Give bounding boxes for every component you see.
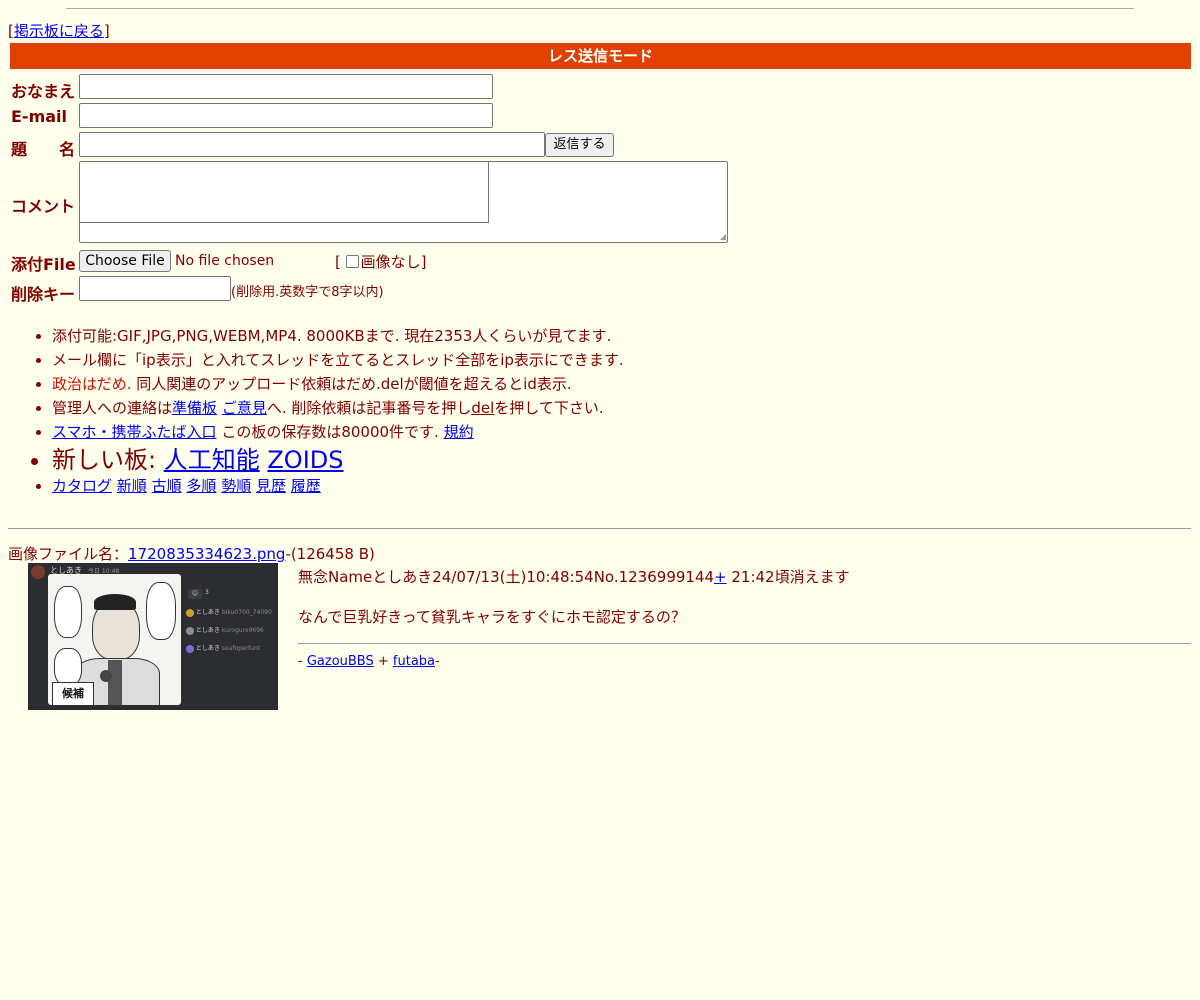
hair-shape bbox=[94, 594, 136, 610]
post-body: なんで巨乳好きって貧乳キャラをすぐにホモ認定するの？ bbox=[298, 608, 686, 626]
resize-handle-icon[interactable]: ◢ bbox=[720, 232, 726, 241]
sign-caption: 候補 bbox=[52, 682, 94, 705]
author-avatar bbox=[31, 565, 45, 579]
rule-contact: 管理人への連絡は準備板 ご意見へ. 削除依頼は記事番号を押しdelを押して下さい… bbox=[52, 397, 624, 421]
image-file-info: 画像ファイル名：1720835334623.png-(126458 B) bbox=[8, 545, 375, 563]
top-divider bbox=[66, 8, 1134, 9]
viewed-history-link[interactable]: 見歴 bbox=[256, 477, 286, 495]
rule-politics: 政治はだめ. 同人関連のアップロード依頼はだめ.delが閾値を超えるとid表示. bbox=[52, 373, 624, 397]
no-image-option: [ 画像なし] bbox=[335, 253, 427, 271]
manga-panel: 候補 bbox=[48, 574, 181, 705]
sort-links: カタログ 新順 古順 多順 勢順 見歴 履歴 bbox=[52, 475, 624, 499]
thumb-entry: としあき seafoperfunt bbox=[186, 643, 278, 653]
name-label: おなまえ bbox=[11, 82, 76, 101]
board-rules: 添付可能:GIF,JPG,PNG,WEBM,MP4. 8000KBまで. 現在2… bbox=[32, 325, 624, 499]
image-file-link[interactable]: 1720835334623.png bbox=[128, 545, 285, 563]
thumb-entry: としあき kurogure9696 bbox=[186, 625, 278, 635]
name-input[interactable] bbox=[79, 74, 493, 99]
tie-shape bbox=[108, 660, 122, 705]
reply-submit-button[interactable]: 返信する bbox=[545, 133, 614, 157]
delkey-label: 削除キー bbox=[11, 285, 76, 304]
thumb-entry: としあき biku0700_74090 bbox=[186, 607, 278, 617]
sort-old-link[interactable]: 古順 bbox=[152, 477, 182, 495]
email-label: E-mail bbox=[11, 107, 68, 126]
subject-input[interactable] bbox=[79, 132, 545, 157]
speech-bubble-1 bbox=[146, 582, 176, 640]
entry-avatar-icon bbox=[186, 626, 194, 635]
back-nav: [掲示板に戻る] bbox=[8, 22, 110, 40]
mobile-entrance-link[interactable]: スマホ・携帯ふたば入口 bbox=[52, 423, 217, 441]
zoids-board-link[interactable]: ZOIDS bbox=[267, 446, 343, 474]
no-file-text: No file chosen bbox=[175, 253, 275, 269]
new-boards: 新しい板: 人工知能 ZOIDS bbox=[52, 445, 624, 475]
ai-board-link[interactable]: 人工知能 bbox=[164, 446, 260, 474]
post-history-link[interactable]: 履歴 bbox=[291, 477, 321, 495]
soudane-plus-link[interactable]: + bbox=[714, 568, 727, 586]
speech-bubble-2 bbox=[54, 586, 82, 638]
no-image-checkbox[interactable] bbox=[345, 255, 359, 268]
entry-avatar-icon bbox=[186, 608, 194, 617]
file-label: 添付File bbox=[11, 255, 76, 274]
post-header: 無念Nameとしあき24/07/13(土)10:48:54No.12369991… bbox=[298, 568, 850, 586]
microphone-icon bbox=[100, 670, 112, 682]
choose-file-button[interactable]: Choose File bbox=[79, 250, 171, 272]
reply-mode-bar: レス送信モード bbox=[10, 43, 1191, 69]
thread-divider bbox=[8, 528, 1191, 529]
sort-many-link[interactable]: 多順 bbox=[186, 477, 216, 495]
entry-avatar-icon bbox=[186, 644, 194, 653]
reaction-emoji-icon: ☺ bbox=[191, 590, 199, 597]
comment-label: コメント bbox=[11, 197, 76, 216]
footer-credit: - GazouBBS + futaba- bbox=[298, 654, 440, 669]
delkey-input[interactable] bbox=[79, 276, 231, 301]
comment-textarea[interactable]: ◢ bbox=[79, 161, 728, 243]
footer-divider bbox=[298, 643, 1191, 644]
rule-upload: 添付可能:GIF,JPG,PNG,WEBM,MP4. 8000KBまで. 現在2… bbox=[52, 325, 624, 349]
catalog-link[interactable]: カタログ bbox=[52, 477, 112, 495]
post-thumbnail[interactable]: としあき 今日 10:48 候補 ☺ 3 としあき biku0700_74090… bbox=[28, 563, 278, 710]
rule-mobile: スマホ・携帯ふたば入口 この板の保存数は80000件です. 規約 bbox=[52, 421, 624, 445]
reaction-badge: ☺ bbox=[188, 589, 202, 599]
delkey-note: (削除用.英数字で8字以内) bbox=[231, 285, 384, 300]
rule-ip: メール欄に「ip表示」と入れてスレッドを立てるとスレッド全部をip表示にできます… bbox=[52, 349, 624, 373]
sort-new-link[interactable]: 新順 bbox=[117, 477, 147, 495]
futaba-link[interactable]: futaba bbox=[393, 654, 435, 669]
subject-label: 題 名 bbox=[11, 140, 76, 159]
junbi-board-link[interactable]: 準備板 bbox=[172, 399, 217, 417]
back-to-board-link[interactable]: 掲示板に戻る bbox=[14, 22, 104, 40]
sort-momentum-link[interactable]: 勢順 bbox=[221, 477, 251, 495]
email-input[interactable] bbox=[79, 103, 493, 128]
comment-textarea-inner bbox=[80, 162, 489, 223]
feedback-link[interactable]: ご意見 bbox=[222, 399, 267, 417]
speech-bubble-3 bbox=[54, 648, 82, 686]
gazoubbs-link[interactable]: GazouBBS bbox=[307, 654, 374, 669]
reaction-count: 3 bbox=[205, 589, 209, 596]
terms-link[interactable]: 規約 bbox=[444, 423, 474, 441]
